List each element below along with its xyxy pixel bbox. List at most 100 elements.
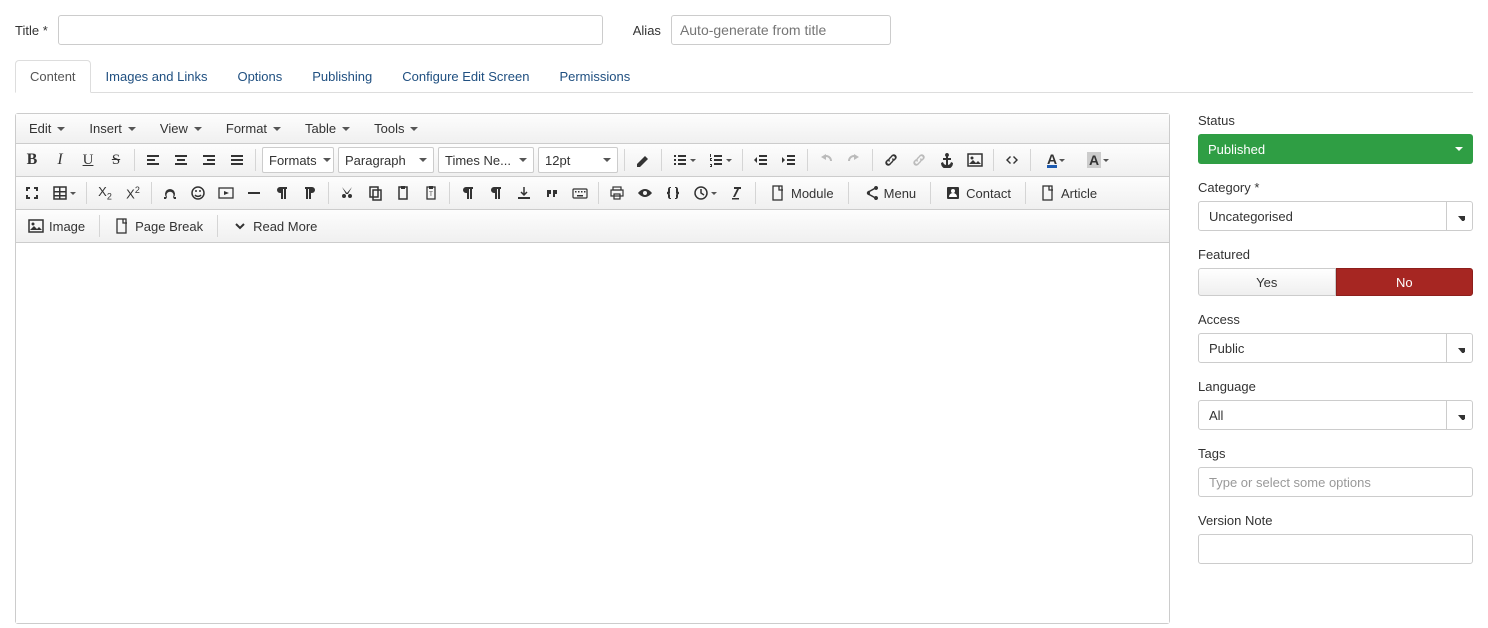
menu-view[interactable]: View bbox=[151, 116, 211, 141]
editor-menubar: Edit Insert View Format Table Tools bbox=[16, 114, 1169, 144]
access-select[interactable]: Public bbox=[1198, 333, 1473, 363]
sidebar: Status Published Category * Uncategorise… bbox=[1198, 113, 1473, 624]
remove-format-button[interactable] bbox=[723, 180, 751, 206]
blockquote-button[interactable] bbox=[538, 180, 566, 206]
caret-icon bbox=[1455, 147, 1463, 151]
numbered-list-button[interactable] bbox=[702, 147, 738, 173]
paste-text-button[interactable] bbox=[417, 180, 445, 206]
version-note-input[interactable] bbox=[1198, 534, 1473, 564]
menu-insert[interactable]: Insert bbox=[80, 116, 145, 141]
nbsp-icon bbox=[516, 185, 532, 201]
title-input[interactable] bbox=[58, 15, 603, 45]
tab-configure-edit-screen[interactable]: Configure Edit Screen bbox=[387, 60, 544, 93]
unlink-button[interactable] bbox=[905, 147, 933, 173]
tab-publishing[interactable]: Publishing bbox=[297, 60, 387, 93]
paint-format-button[interactable] bbox=[629, 147, 657, 173]
subscript-button[interactable]: X2 bbox=[91, 180, 119, 206]
tab-options[interactable]: Options bbox=[222, 60, 297, 93]
formats-select[interactable]: Formats bbox=[262, 147, 334, 173]
subscript-icon: X2 bbox=[98, 184, 112, 202]
nonbreaking-space-button[interactable] bbox=[510, 180, 538, 206]
anchor-button[interactable] bbox=[933, 147, 961, 173]
fullscreen-button[interactable] bbox=[18, 180, 46, 206]
alias-input[interactable] bbox=[671, 15, 891, 45]
featured-no-button[interactable]: No bbox=[1336, 268, 1474, 296]
language-label: Language bbox=[1198, 379, 1473, 394]
language-select[interactable]: All bbox=[1198, 400, 1473, 430]
highlight-icon: A bbox=[1087, 152, 1101, 168]
paragraph-select[interactable]: Paragraph bbox=[338, 147, 434, 173]
strikethrough-button[interactable]: S bbox=[102, 147, 130, 173]
undo-icon bbox=[818, 152, 834, 168]
codesample-button[interactable] bbox=[659, 180, 687, 206]
category-select[interactable]: Uncategorised bbox=[1198, 201, 1473, 231]
caret-down-icon bbox=[1455, 343, 1465, 353]
fontfamily-select[interactable]: Times Ne... bbox=[438, 147, 534, 173]
paste-button[interactable] bbox=[389, 180, 417, 206]
show-invisible-button[interactable] bbox=[482, 180, 510, 206]
read-more-button[interactable]: Read More bbox=[223, 213, 326, 239]
align-left-button[interactable] bbox=[139, 147, 167, 173]
tab-images-links[interactable]: Images and Links bbox=[91, 60, 223, 93]
print-button[interactable] bbox=[603, 180, 631, 206]
insert-module-button[interactable]: Module bbox=[761, 180, 843, 206]
insert-image-button[interactable] bbox=[961, 147, 989, 173]
insert-contact-button[interactable]: Contact bbox=[936, 180, 1020, 206]
insert-datetime-button[interactable] bbox=[687, 180, 723, 206]
text-color-button[interactable]: A bbox=[1035, 147, 1077, 173]
insert-article-button[interactable]: Article bbox=[1031, 180, 1106, 206]
tags-input[interactable] bbox=[1198, 467, 1473, 497]
tab-content[interactable]: Content bbox=[15, 60, 91, 93]
background-color-button[interactable]: A bbox=[1077, 147, 1119, 173]
keyboard-button[interactable] bbox=[566, 180, 594, 206]
image-icon bbox=[967, 152, 983, 168]
keyboard-icon bbox=[572, 185, 588, 201]
underline-button[interactable]: U bbox=[74, 147, 102, 173]
insert-menu-button[interactable]: Menu bbox=[854, 180, 926, 206]
menu-table[interactable]: Table bbox=[296, 116, 359, 141]
bullet-list-button[interactable] bbox=[666, 147, 702, 173]
category-value: Uncategorised bbox=[1209, 209, 1293, 224]
align-right-button[interactable] bbox=[195, 147, 223, 173]
editor-toolbar-2: X2 X2 bbox=[16, 177, 1169, 210]
fontsize-select[interactable]: 12pt bbox=[538, 147, 618, 173]
emoticons-button[interactable] bbox=[184, 180, 212, 206]
page-break-button[interactable]: Page Break bbox=[105, 213, 212, 239]
status-select[interactable]: Published bbox=[1198, 134, 1473, 164]
outdent-button[interactable] bbox=[747, 147, 775, 173]
insert-image-text-button[interactable]: Image bbox=[19, 213, 94, 239]
copy-button[interactable] bbox=[361, 180, 389, 206]
editor-body[interactable] bbox=[16, 243, 1169, 623]
featured-yes-button[interactable]: Yes bbox=[1198, 268, 1336, 296]
caret-icon bbox=[323, 158, 331, 162]
superscript-button[interactable]: X2 bbox=[119, 180, 147, 206]
ltr-button[interactable] bbox=[268, 180, 296, 206]
italic-button[interactable]: I bbox=[46, 147, 74, 173]
source-code-button[interactable] bbox=[998, 147, 1026, 173]
caret-icon bbox=[410, 127, 418, 131]
indent-button[interactable] bbox=[775, 147, 803, 173]
align-center-button[interactable] bbox=[167, 147, 195, 173]
cut-button[interactable] bbox=[333, 180, 361, 206]
redo-button[interactable] bbox=[840, 147, 868, 173]
show-blocks-button[interactable] bbox=[454, 180, 482, 206]
menu-tools[interactable]: Tools bbox=[365, 116, 427, 141]
special-character-button[interactable] bbox=[156, 180, 184, 206]
table-button[interactable] bbox=[46, 180, 82, 206]
menu-edit[interactable]: Edit bbox=[20, 116, 74, 141]
link-button[interactable] bbox=[877, 147, 905, 173]
menu-format[interactable]: Format bbox=[217, 116, 290, 141]
editor-toolbar-1: B I U S Formats Paragraph T bbox=[16, 144, 1169, 177]
preview-button[interactable] bbox=[631, 180, 659, 206]
eye-icon bbox=[637, 185, 653, 201]
rtl-button[interactable] bbox=[296, 180, 324, 206]
tab-permissions[interactable]: Permissions bbox=[544, 60, 645, 93]
bold-button[interactable]: B bbox=[18, 147, 46, 173]
insert-media-button[interactable] bbox=[212, 180, 240, 206]
align-justify-button[interactable] bbox=[223, 147, 251, 173]
align-left-icon bbox=[145, 152, 161, 168]
caret-icon bbox=[194, 127, 202, 131]
undo-button[interactable] bbox=[812, 147, 840, 173]
horizontal-rule-button[interactable] bbox=[240, 180, 268, 206]
category-label: Category * bbox=[1198, 180, 1473, 195]
